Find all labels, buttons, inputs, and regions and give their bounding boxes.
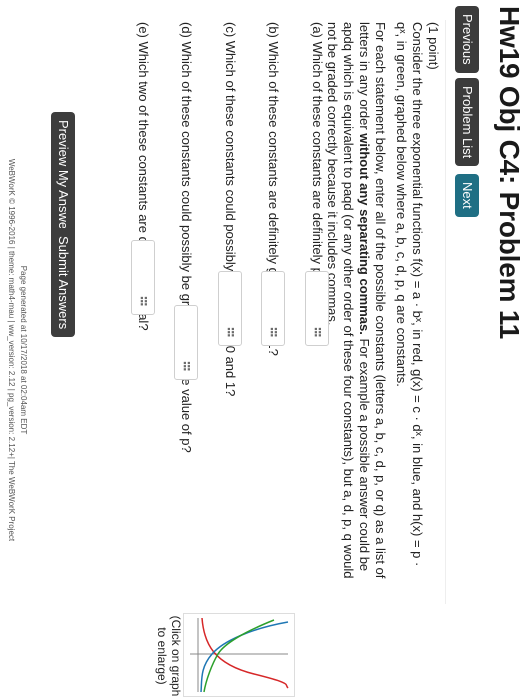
divider xyxy=(445,20,446,604)
keyboard-icon: ▪▪▪ ▪▪▪ xyxy=(311,327,325,337)
page-title: Hw19 Obj C4: Problem 11 xyxy=(494,6,525,340)
previous-button[interactable]: Previous xyxy=(455,6,479,73)
problem-intro: Consider the three exponential functions… xyxy=(394,22,425,567)
graph-thumbnail[interactable] xyxy=(183,613,295,697)
problem-instructions: For each statement below, enter all of t… xyxy=(324,22,388,582)
answer-b-input[interactable]: ▪▪▪ ▪▪▪ xyxy=(261,271,285,346)
footer-timestamp: Page generated at 10/17/2018 at 02:04am … xyxy=(19,265,28,435)
keyboard-icon: ▪▪▪ ▪▪▪ xyxy=(224,327,238,337)
keyboard-icon: ▪▪▪ ▪▪▪ xyxy=(180,361,194,371)
next-button[interactable]: Next xyxy=(455,174,479,217)
curve-h xyxy=(203,619,275,693)
answer-d-input[interactable]: ▪▪▪ ▪▪▪ xyxy=(174,305,198,380)
keyboard-icon: ▪▪▪ ▪▪▪ xyxy=(267,327,281,337)
curve-f xyxy=(201,617,289,689)
question-d: (d) Which of these constants could possi… xyxy=(179,22,194,453)
points-label: (1 point) xyxy=(426,22,441,70)
submit-answers-button[interactable]: Submit Answers xyxy=(51,228,75,338)
problem-list-button[interactable]: Problem List xyxy=(455,78,479,167)
instructions-bold: without any separating commas. xyxy=(357,133,372,335)
graph-caption: (Click on graph to enlarge) xyxy=(155,615,183,697)
answer-a-input[interactable]: ▪▪▪ ▪▪▪ xyxy=(305,271,329,346)
keyboard-icon: ▪▪▪ ▪▪▪ xyxy=(137,296,151,306)
graph-image xyxy=(190,617,289,693)
curve-g xyxy=(200,621,289,693)
page: Hw19 Obj C4: Problem 11 Previous Problem… xyxy=(0,0,525,700)
answer-c-input[interactable]: ▪▪▪ ▪▪▪ xyxy=(218,271,242,346)
footer-credits: WeBWorK © 1996-2016 | theme: math4-mau |… xyxy=(7,158,16,542)
answer-e-input[interactable]: ▪▪▪ ▪▪▪ xyxy=(131,240,155,315)
